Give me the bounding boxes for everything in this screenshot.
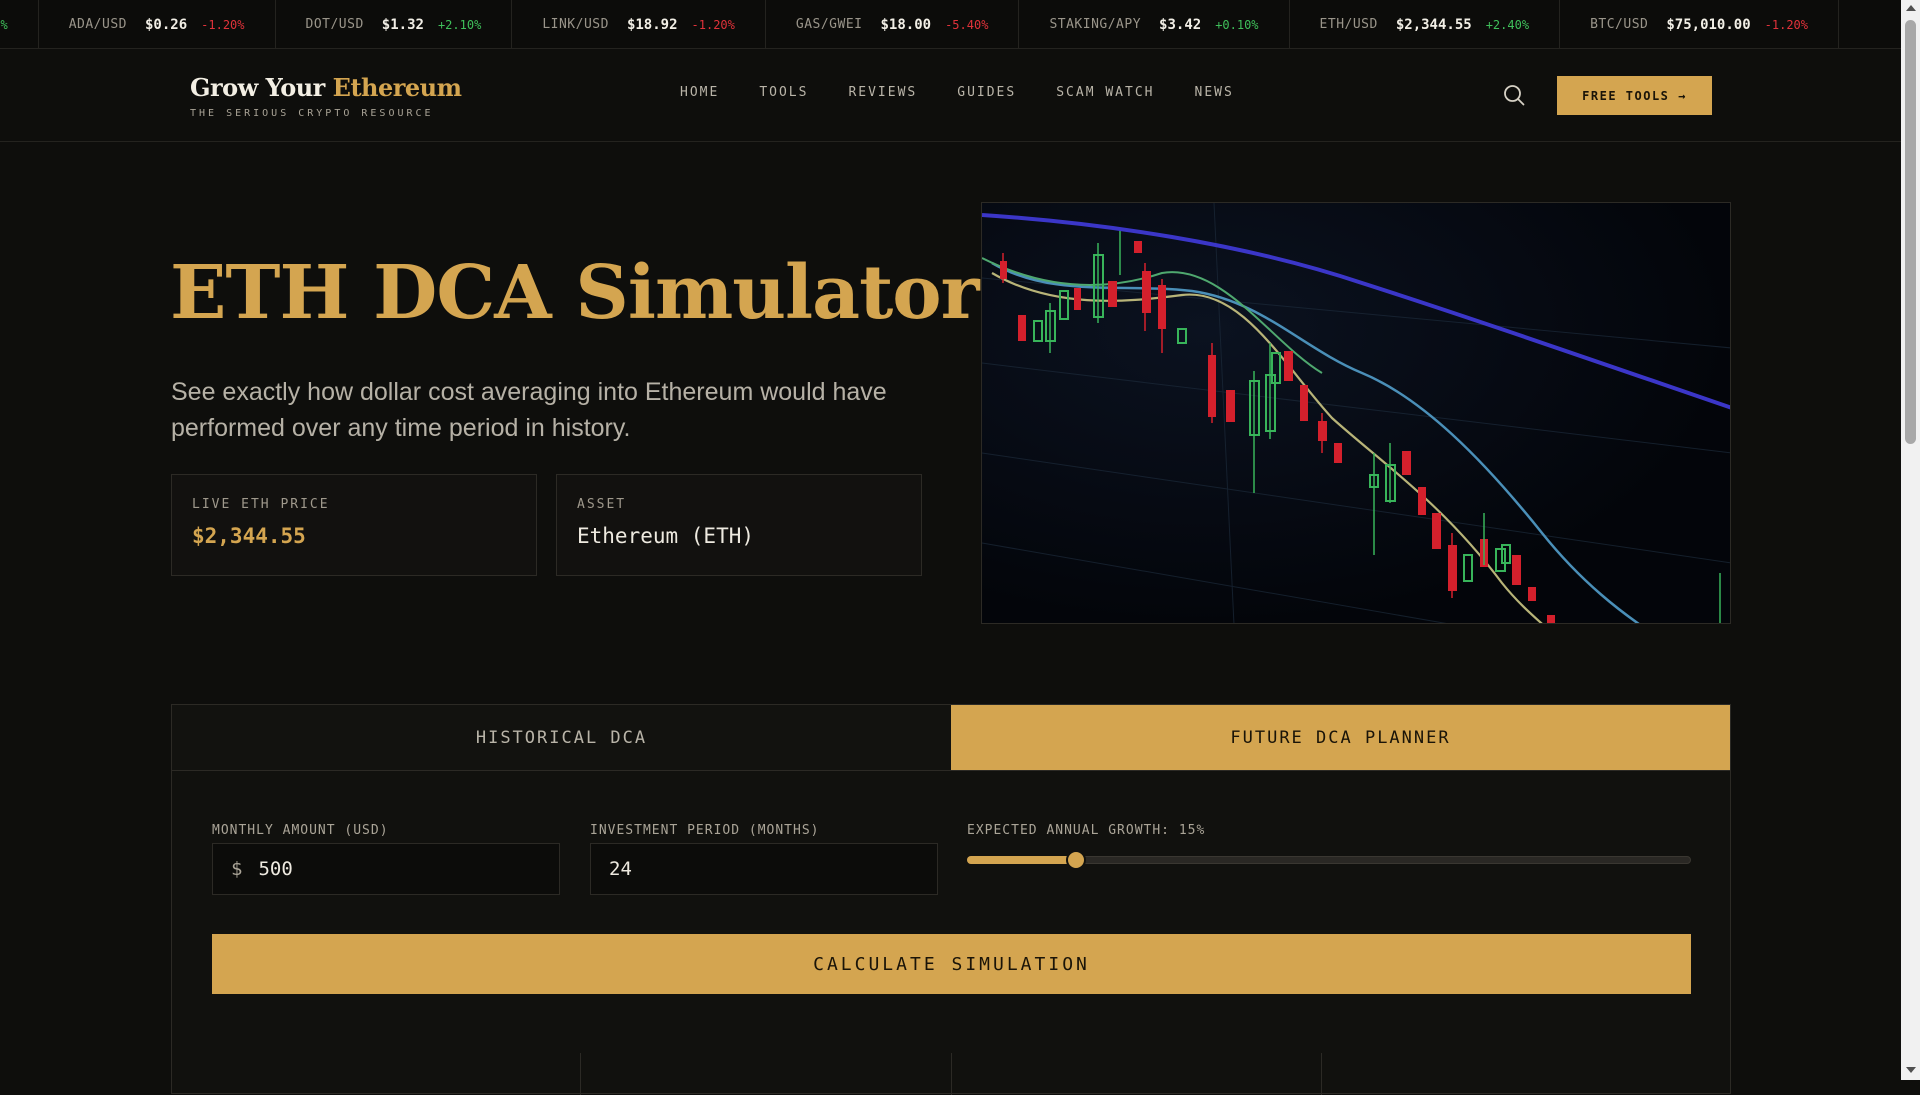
chevron-down-icon[interactable] xyxy=(1906,1067,1916,1073)
results-divider xyxy=(1321,1053,1322,1095)
ticker-item: BTC/USD $75,010.00 -1.20% xyxy=(1560,0,1840,48)
logo-title: Grow Your Ethereum xyxy=(190,73,462,102)
results-divider xyxy=(580,1053,581,1095)
investment-period-field[interactable]: 24 xyxy=(590,843,938,895)
chevron-up-icon[interactable] xyxy=(1906,5,1916,11)
asset-value: Ethereum (ETH) xyxy=(577,524,755,548)
growth-slider-fill xyxy=(967,856,1076,864)
results-divider xyxy=(951,1053,952,1095)
ticker-price: $18.00 xyxy=(880,16,932,33)
site-logo[interactable]: Grow Your Ethereum THE SERIOUS CRYPTO RE… xyxy=(190,73,462,119)
ticker-item: LINK/USD $18.92 -1.20% xyxy=(512,0,766,48)
live-price-value: $2,344.55 xyxy=(192,524,306,548)
logo-title-accent: Ethereum xyxy=(332,73,462,102)
nav-scam-watch[interactable]: SCAM WATCH xyxy=(1056,85,1154,100)
ticker-price: $3.42 xyxy=(1159,16,1202,33)
ticker-change: +0.10% xyxy=(1215,17,1259,32)
growth-slider-thumb[interactable] xyxy=(1065,850,1086,870)
main-nav: HOME TOOLS REVIEWS GUIDES SCAM WATCH NEW… xyxy=(680,85,1234,100)
ticker-symbol: ADA/USD xyxy=(68,17,127,32)
nav-tools[interactable]: TOOLS xyxy=(759,85,808,100)
ticker-item: STAKING/APY $3.42 +0.10% xyxy=(1019,0,1290,48)
ticker-symbol: BTC/USD xyxy=(1590,17,1649,32)
nav-guides[interactable]: GUIDES xyxy=(957,85,1016,100)
ticker-symbol: ETH/USD xyxy=(1319,17,1378,32)
page-scrollbar[interactable] xyxy=(1901,0,1920,1080)
ticker-item: ADA/USD $0.26 -1.20% xyxy=(39,0,276,48)
dca-simulator-panel: HISTORICAL DCA FUTURE DCA PLANNER MONTHL… xyxy=(171,704,1731,1095)
scrollbar-thumb[interactable] xyxy=(1905,20,1916,444)
live-price-label: LIVE ETH PRICE xyxy=(192,497,330,512)
ticker-symbol: STAKING/APY xyxy=(1049,17,1142,32)
ticker-symbol: DOT/USD xyxy=(305,17,364,32)
monthly-amount-field[interactable]: $ 500 xyxy=(212,843,560,895)
page-title: ETH DCA Simulator xyxy=(170,250,980,336)
ticker-item: 30% xyxy=(0,0,39,48)
nav-reviews[interactable]: REVIEWS xyxy=(848,85,917,100)
site-header: Grow Your Ethereum THE SERIOUS CRYPTO RE… xyxy=(0,49,1901,142)
monthly-amount-label: MONTHLY AMOUNT (USD) xyxy=(212,823,389,838)
ticker-symbol: LINK/USD xyxy=(542,17,609,32)
ticker-symbol: GAS/GWEI xyxy=(795,17,863,32)
ticker-track: 30% ADA/USD $0.26 -1.20% DOT/USD $1.32 +2.10% L… xyxy=(0,0,1840,48)
investment-period-label: INVESTMENT PERIOD (MONTHS) xyxy=(590,823,820,838)
tab-future-dca-planner[interactable]: FUTURE DCA PLANNER xyxy=(951,705,1730,770)
investment-period-value: 24 xyxy=(609,858,632,880)
ticker-price: $18.92 xyxy=(626,16,678,33)
monthly-amount-value: 500 xyxy=(258,858,293,880)
hero-candlestick-image xyxy=(981,202,1731,624)
logo-tagline: THE SERIOUS CRYPTO RESOURCE xyxy=(190,108,434,119)
ticker-price: $1.32 xyxy=(381,16,424,33)
ticker-price: $2,344.55 xyxy=(1395,16,1472,33)
ticker-change: -1.20% xyxy=(1764,17,1809,32)
ticker-item: DOT/USD $1.32 +2.10% xyxy=(276,0,513,48)
asset-card: ASSET Ethereum (ETH) xyxy=(556,474,922,576)
tab-historical-dca[interactable]: HISTORICAL DCA xyxy=(172,705,951,770)
free-tools-button[interactable]: FREE TOOLS → xyxy=(1557,76,1712,115)
ticker-item: ETH/USD $2,344.55 +2.40% xyxy=(1290,0,1561,48)
ticker-change: 30% xyxy=(0,17,8,32)
growth-slider[interactable] xyxy=(967,850,1691,870)
ticker-change: +2.10% xyxy=(437,17,482,32)
ticker-change: -5.40% xyxy=(945,17,989,32)
currency-symbol: $ xyxy=(231,858,243,880)
ticker-change: -1.20% xyxy=(691,17,735,32)
logo-title-main: Grow Your xyxy=(190,73,333,102)
asset-label: ASSET xyxy=(577,497,627,512)
nav-home[interactable]: HOME xyxy=(680,85,719,100)
price-ticker: 30% ADA/USD $0.26 -1.20% DOT/USD $1.32 +2.10% L… xyxy=(0,0,1901,49)
ticker-change: -1.20% xyxy=(201,17,245,32)
ticker-item: GAS/GWEI $18.00 -5.40% xyxy=(766,0,1020,48)
hero-description: See exactly how dollar cost averaging in… xyxy=(171,378,887,442)
ticker-price: $0.26 xyxy=(144,16,188,33)
ticker-change: +2.40% xyxy=(1485,17,1530,32)
growth-label: EXPECTED ANNUAL GROWTH: 15% xyxy=(967,823,1206,838)
calculate-simulation-button[interactable]: CALCULATE SIMULATION xyxy=(212,934,1691,994)
simulator-tabs: HISTORICAL DCA FUTURE DCA PLANNER xyxy=(172,705,1730,771)
nav-news[interactable]: NEWS xyxy=(1195,85,1234,100)
results-row xyxy=(172,1053,1730,1095)
ticker-price: $75,010.00 xyxy=(1666,16,1751,33)
live-price-card: LIVE ETH PRICE $2,344.55 xyxy=(171,474,537,576)
search-icon[interactable] xyxy=(1502,83,1526,107)
